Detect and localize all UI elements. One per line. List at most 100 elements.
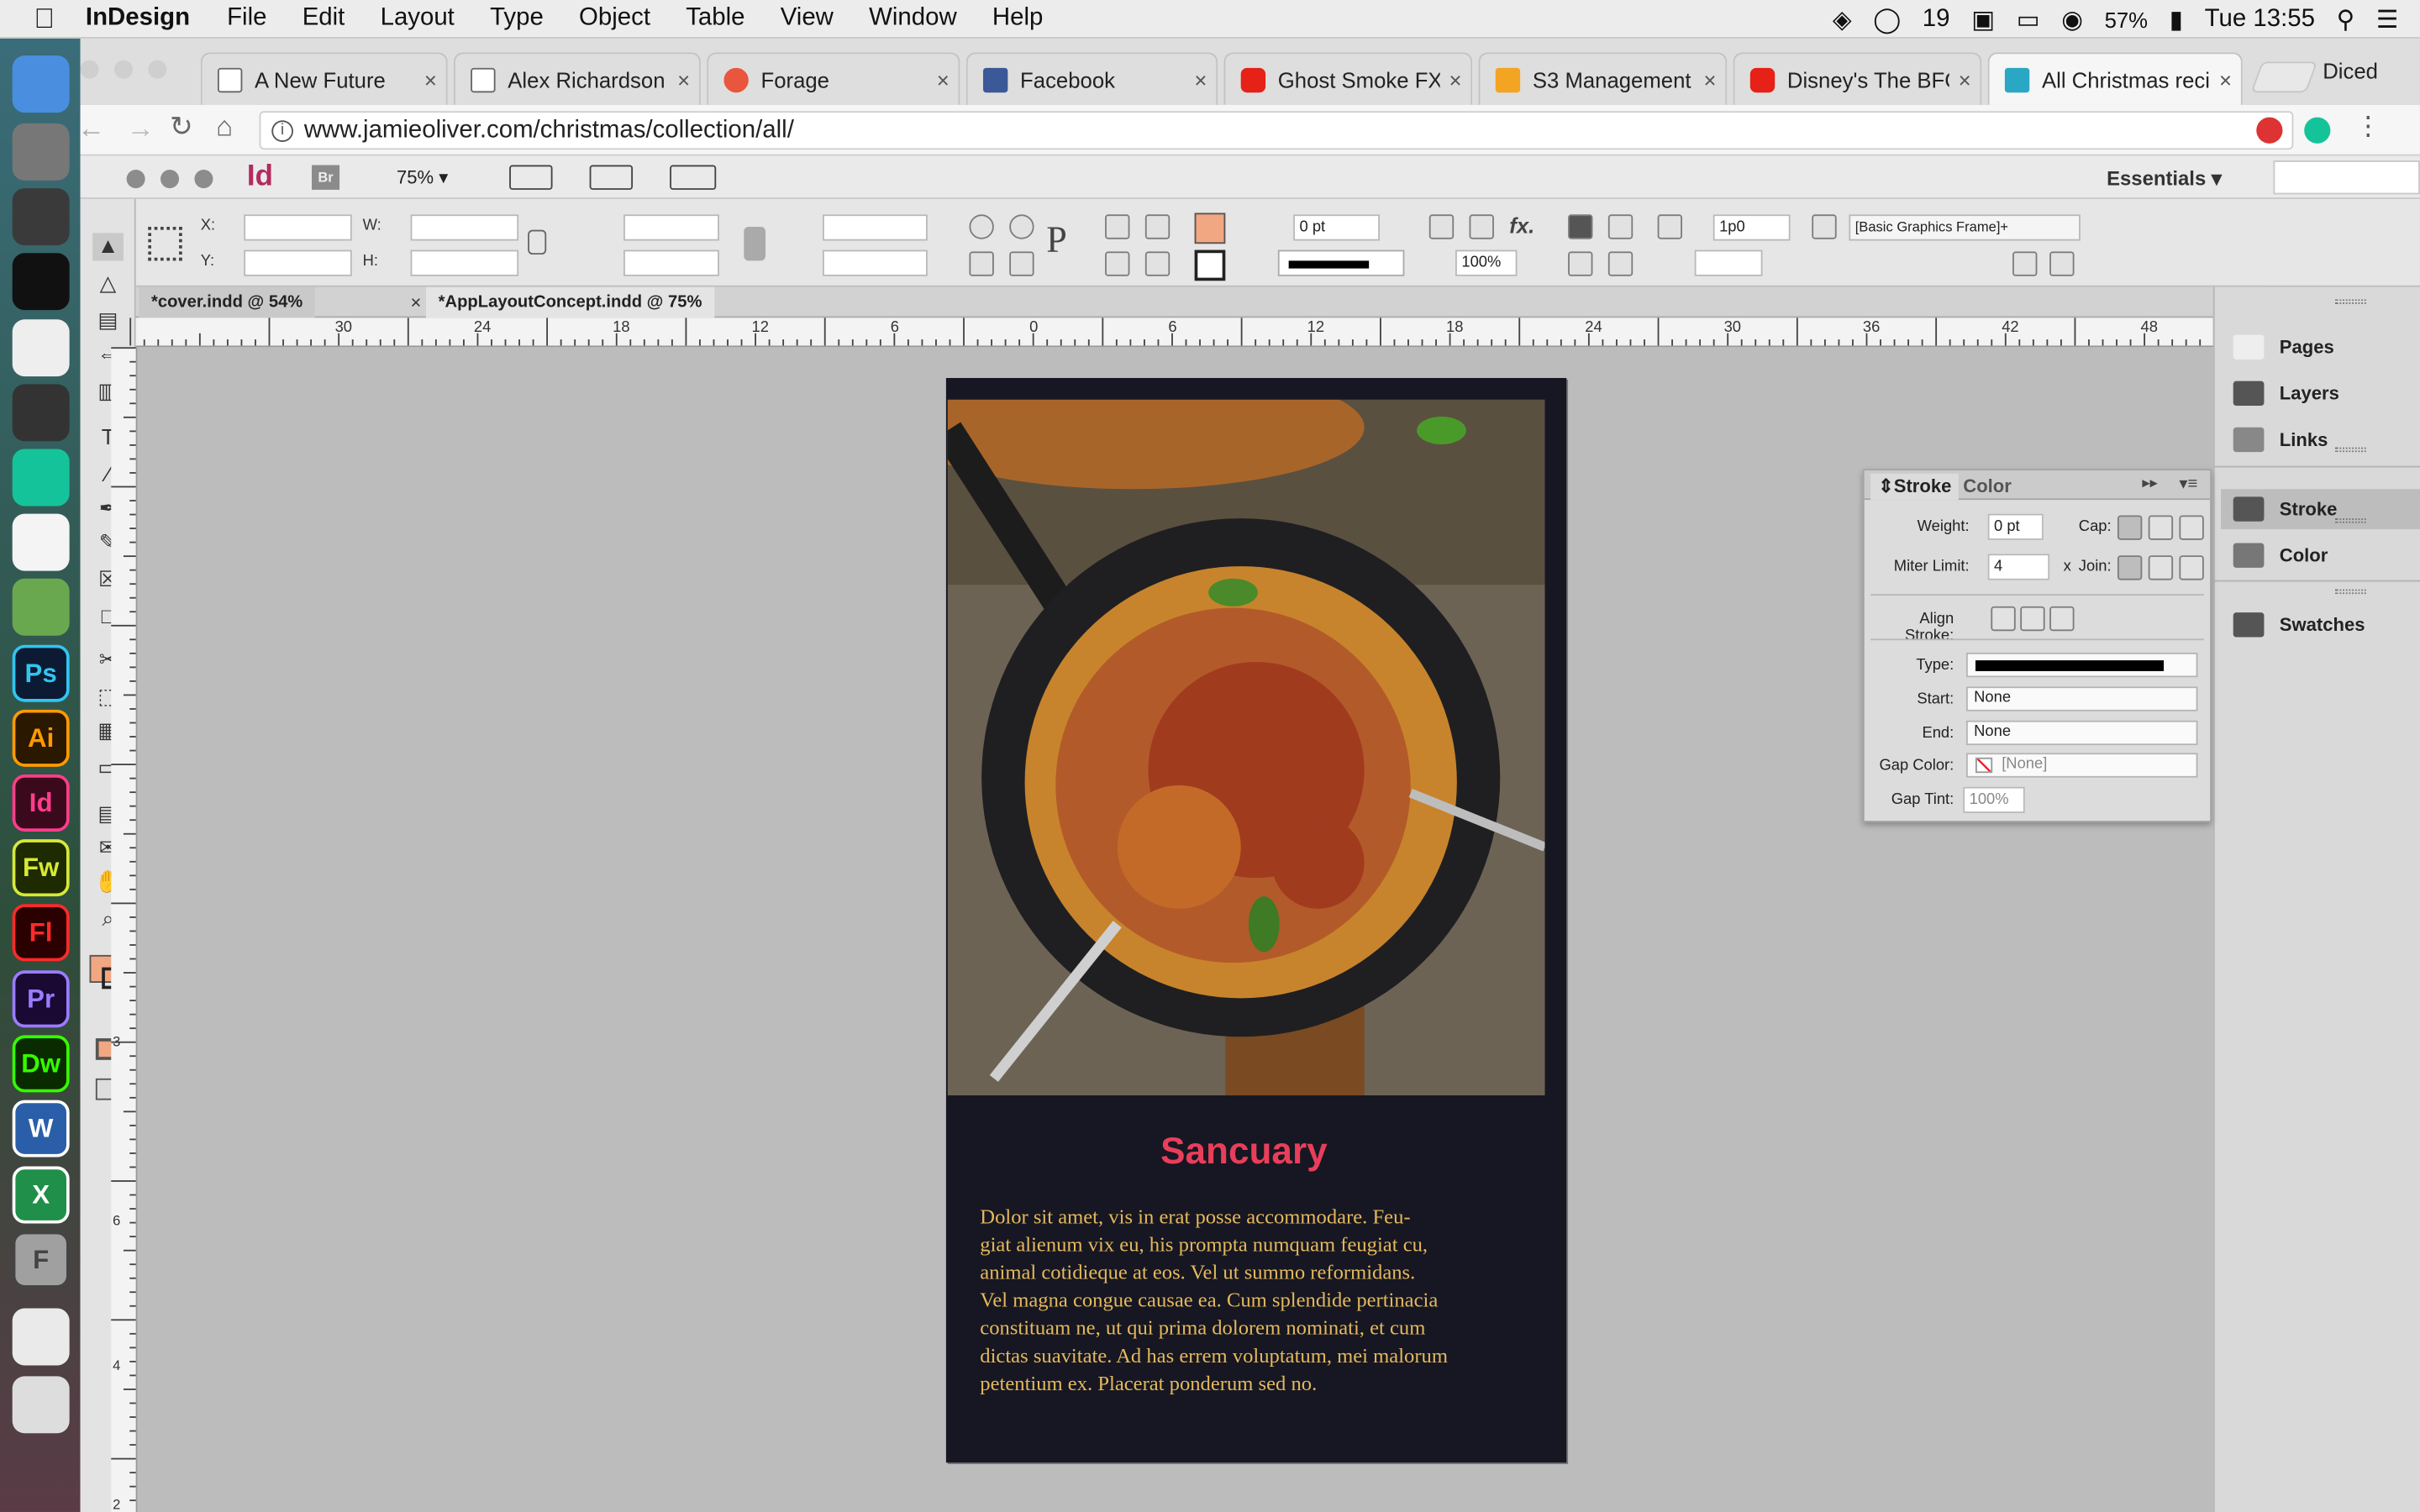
- y-field[interactable]: [244, 249, 352, 276]
- text-wrap-icon[interactable]: [1428, 214, 1455, 239]
- sublime-text-icon[interactable]: [12, 188, 70, 246]
- x-icon[interactable]: X: [12, 1166, 70, 1224]
- select-next-icon[interactable]: [1144, 214, 1171, 239]
- github-icon[interactable]: [12, 384, 70, 442]
- browser-tab-6[interactable]: S3 Management C×: [1478, 52, 1728, 105]
- itunes-icon[interactable]: [12, 513, 70, 571]
- grammarly-extension-icon[interactable]: [2304, 117, 2331, 144]
- menu-help[interactable]: Help: [992, 5, 1043, 33]
- browser-tab-5[interactable]: Ghost Smoke FX ×: [1223, 52, 1473, 105]
- profile-name[interactable]: Diced: [2323, 59, 2378, 83]
- tab-close-icon[interactable]: ×: [1695, 67, 1726, 92]
- align-inside-icon[interactable]: [2020, 606, 2045, 632]
- direct-selection-tool-icon[interactable]: △: [92, 270, 124, 297]
- align-outside-icon[interactable]: [2049, 606, 2075, 632]
- bridge-button[interactable]: Br: [312, 165, 340, 190]
- join-round-icon[interactable]: [2148, 555, 2174, 580]
- system-preferences-icon[interactable]: [12, 123, 70, 181]
- fw-icon[interactable]: Fw: [12, 839, 70, 897]
- window-zoom-button[interactable]: [194, 170, 213, 189]
- new-tab-button[interactable]: [2250, 61, 2318, 93]
- preview-icon[interactable]: [12, 1308, 70, 1366]
- tab-close-icon[interactable]: ×: [1440, 67, 1471, 92]
- document-page[interactable]: Sancuary Dolor sit amet, vis in erat pos…: [945, 377, 1567, 1463]
- battery-icon[interactable]: ▮: [2170, 4, 2183, 35]
- sync-icon[interactable]: ◯: [1873, 4, 1901, 35]
- menu-object[interactable]: Object: [579, 5, 650, 33]
- window-close-button[interactable]: [126, 170, 145, 189]
- corner-size-field[interactable]: 1p0: [1712, 214, 1791, 241]
- dw-icon[interactable]: Dw: [12, 1035, 70, 1093]
- tab-close-icon[interactable]: ×: [928, 67, 959, 92]
- apple-icon[interactable]: : [34, 3, 55, 35]
- airplay-icon[interactable]: ▭: [2017, 4, 2040, 35]
- align-center-icon[interactable]: [1991, 606, 2016, 632]
- wifi-icon[interactable]: ◉: [2061, 4, 2083, 35]
- corner-shape-select[interactable]: [1694, 249, 1763, 276]
- h-field[interactable]: [410, 249, 519, 276]
- panel-swatches[interactable]: Swatches: [2233, 605, 2365, 645]
- menu-file[interactable]: File: [227, 5, 266, 33]
- panel-stroke[interactable]: Stroke: [2221, 489, 2420, 529]
- rotation-field[interactable]: [822, 214, 928, 241]
- browser-tab-8[interactable]: All Christmas reci ×: [1987, 52, 2243, 105]
- browser-tab-4[interactable]: Facebook ×: [965, 52, 1218, 105]
- home-button[interactable]: ⌂: [216, 111, 233, 144]
- spotlight-icon[interactable]: ⚲: [2337, 4, 2355, 35]
- weight-field[interactable]: 0 pt: [1987, 513, 2044, 540]
- path-type-icon[interactable]: P: [1046, 221, 1067, 263]
- align-bottom-icon[interactable]: [1607, 251, 1634, 276]
- search-field[interactable]: [2273, 160, 2420, 195]
- text-frame-options-icon[interactable]: [1607, 214, 1634, 239]
- selection-tool-icon[interactable]: ▲: [92, 233, 124, 261]
- panel-layers[interactable]: Layers: [2233, 373, 2339, 413]
- window-minimize-button[interactable]: [113, 60, 133, 79]
- dropbox-icon[interactable]: ◈: [1833, 4, 1852, 35]
- f-icon[interactable]: F: [12, 1231, 70, 1289]
- panel-links[interactable]: Links: [2233, 420, 2328, 460]
- rotate-ccw-icon[interactable]: [1009, 214, 1034, 239]
- chrome-icon[interactable]: [12, 319, 70, 377]
- browser-tab-2[interactable]: Alex Richardson B ×: [453, 52, 701, 105]
- w-field[interactable]: [410, 214, 519, 241]
- tab-close-icon[interactable]: ×: [415, 67, 446, 92]
- miter-limit-field[interactable]: 4: [1987, 554, 2050, 580]
- browser-tab-3[interactable]: Forage ×: [707, 52, 960, 105]
- stroke-type-select[interactable]: [1277, 249, 1405, 276]
- notification-count[interactable]: 19: [1923, 5, 1950, 33]
- pr-icon[interactable]: Pr: [12, 970, 70, 1028]
- window-minimize-button[interactable]: [160, 170, 180, 189]
- grammarly-icon[interactable]: [12, 449, 70, 507]
- scale-y-field[interactable]: [623, 249, 719, 276]
- reload-button[interactable]: ↻: [170, 111, 193, 144]
- app-menu[interactable]: InDesign: [86, 5, 190, 33]
- fill-swatch[interactable]: [1194, 213, 1226, 244]
- ai-icon[interactable]: Ai: [12, 709, 70, 767]
- constrain-proportions-icon[interactable]: [528, 229, 547, 255]
- page-tool-icon[interactable]: ▤: [92, 307, 124, 335]
- x-field[interactable]: [244, 214, 352, 241]
- fx-icon[interactable]: fx.: [1509, 213, 1534, 237]
- cap-round-icon[interactable]: [2148, 515, 2174, 540]
- w-icon[interactable]: W: [12, 1100, 70, 1158]
- stroke-type-field[interactable]: [1965, 652, 2198, 678]
- menu-edit[interactable]: Edit: [302, 5, 345, 33]
- doc-tab-close-icon[interactable]: ×: [411, 291, 422, 313]
- recipe-body-text[interactable]: Dolor sit amet, vis in erat posse accomm…: [980, 1204, 1533, 1398]
- spaghetti-photo[interactable]: [947, 399, 1545, 1096]
- recipe-title[interactable]: Sancuary: [946, 1131, 1542, 1173]
- stroke-weight-field[interactable]: 0 pt: [1293, 214, 1381, 241]
- flip-horizontal-icon[interactable]: [969, 251, 994, 276]
- collapse-panel-icon[interactable]: ▸▸: [2142, 475, 2157, 492]
- url-input[interactable]: i www.jamieoliver.com/christmas/collecti…: [259, 111, 2294, 150]
- tab-close-icon[interactable]: ×: [2210, 67, 2241, 92]
- fit-frame-icon[interactable]: [2049, 251, 2075, 276]
- ps-icon[interactable]: Ps: [12, 644, 70, 702]
- clock[interactable]: Tue 13:55: [2205, 5, 2315, 33]
- id-icon[interactable]: Id: [12, 774, 70, 832]
- browser-tab-7[interactable]: Disney's The BFG ×: [1733, 52, 1982, 105]
- stroke-swatch[interactable]: [1194, 249, 1226, 281]
- scale-x-field[interactable]: [623, 214, 719, 241]
- cap-square-icon[interactable]: [2179, 515, 2204, 540]
- opacity-field[interactable]: 100%: [1455, 249, 1518, 276]
